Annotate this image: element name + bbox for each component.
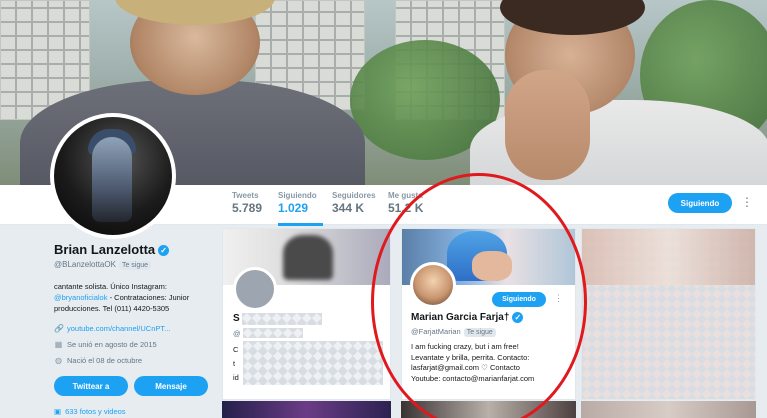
card-bio-partial: C xyxy=(233,345,239,354)
follows-you-badge: Te sigue xyxy=(463,328,496,337)
following-button[interactable]: Siguiendo xyxy=(668,193,732,213)
card-bio-partial: t xyxy=(233,359,236,368)
profile-name: Brian Lanzelotta ✓ xyxy=(54,242,170,257)
profile-handle-text: @BLanzelottaOK xyxy=(54,260,116,269)
pixelated-bio xyxy=(243,341,383,385)
card-bio-line: Youtube: contacto@marianfarjat.com xyxy=(411,373,535,383)
card-bio-partial: id xyxy=(233,373,239,382)
stat-tweets[interactable]: Tweets 5.789 xyxy=(232,191,262,215)
stat-followers[interactable]: Seguidores 344 K xyxy=(332,191,376,215)
stat-label: Siguiendo xyxy=(278,191,317,200)
featured-following-card[interactable]: Siguiendo ⋮ Marian Garcia Farja† ✓ @Farja… xyxy=(401,228,576,400)
card-bio-line: lasfarjat@gmail.com ♡ Contacto xyxy=(411,363,520,372)
birthday-text: Nació el 08 de octubre xyxy=(67,356,143,365)
profile-joined: ▦ Se unió en agosto de 2015 xyxy=(54,340,157,349)
banner-person-man-hand xyxy=(505,70,590,180)
pixelated-name xyxy=(242,313,322,325)
balloon-icon: ◍ xyxy=(55,356,62,365)
card-bio: I am fucking crazy, but i am free! Levan… xyxy=(411,342,571,384)
bio-line: cantante solista. Único Instagram: xyxy=(54,282,167,291)
card-more-options-icon[interactable]: ⋮ xyxy=(554,293,563,304)
stat-likes[interactable]: Me gusta 51,2 K xyxy=(388,191,423,215)
card-handle-partial: @ xyxy=(233,329,241,338)
card-name: Marian Garcia Farja† ✓ xyxy=(411,312,524,324)
stat-label: Me gusta xyxy=(388,191,423,200)
profile-avatar[interactable] xyxy=(50,113,176,239)
profile-birthday: ◍ Nació el 08 de octubre xyxy=(54,356,142,365)
pixelated-handle xyxy=(243,328,303,338)
photos-videos-text: 633 fotos y videos xyxy=(65,407,126,416)
stat-value: 1.029 xyxy=(278,201,309,215)
joined-text: Se unió en agosto de 2015 xyxy=(67,340,157,349)
card-cover-figure xyxy=(283,235,333,280)
card-handle: @FarjatMarian Te sigue xyxy=(411,327,496,337)
photos-videos-link[interactable]: ▣ 633 fotos y videos xyxy=(54,407,126,416)
following-card-pixelated[interactable] xyxy=(581,228,756,400)
card-avatar xyxy=(233,267,277,311)
profile-handle: @BLanzelottaOK Te sigue xyxy=(54,260,152,270)
card-bio-line: I am fucking crazy, but i am free! xyxy=(411,342,519,351)
following-card-thumbnail[interactable] xyxy=(581,401,756,418)
bio-instagram-link[interactable]: @bryanoficialok xyxy=(54,293,107,302)
stat-value: 51,2 K xyxy=(388,201,424,215)
stat-value: 344 K xyxy=(332,201,365,215)
avatar-photo xyxy=(54,117,172,235)
verified-badge-icon: ✓ xyxy=(512,312,524,323)
twitter-profile-page: Tweets 5.789 Siguiendo 1.029 Seguidores … xyxy=(0,0,767,418)
avatar-figure xyxy=(92,137,132,222)
stat-label: Tweets xyxy=(232,191,259,200)
profile-website: 🔗 youtube.com/channel/UCnPT... xyxy=(54,324,170,333)
following-card-thumbnail[interactable] xyxy=(222,401,391,418)
bio-line: producciones. Tel (011) 4420-5305 xyxy=(54,304,170,313)
following-card-thumbnail[interactable] xyxy=(401,401,576,418)
verified-badge-icon: ✓ xyxy=(158,245,170,257)
message-button[interactable]: Mensaje xyxy=(134,376,208,396)
card-cover-face xyxy=(472,251,512,281)
profile-bio: cantante solista. Único Instagram: @brya… xyxy=(54,281,204,314)
stat-value: 5.789 xyxy=(232,201,263,215)
pixelated-cover xyxy=(582,229,755,285)
stat-following[interactable]: Siguiendo 1.029 xyxy=(278,191,323,226)
stat-label: Seguidores xyxy=(332,191,376,200)
following-card[interactable]: S @ C t id xyxy=(222,228,391,400)
link-icon: 🔗 xyxy=(54,324,64,333)
bio-line: - Contrataciones: Junior xyxy=(107,293,190,302)
card-bio-line: Levantate y brilla, perrita. Contacto: xyxy=(411,352,530,362)
more-options-icon[interactable]: ⋮ xyxy=(741,195,753,209)
card-following-button[interactable]: Siguiendo xyxy=(492,292,546,307)
follows-you-badge: Te sigue xyxy=(118,261,152,270)
card-name-partial: S xyxy=(233,313,240,324)
marian-avatar[interactable] xyxy=(410,262,456,308)
card-handle-text: @FarjatMarian xyxy=(411,327,461,336)
tweet-to-button[interactable]: Twittear a xyxy=(54,376,128,396)
card-name-text: Marian Garcia Farja† xyxy=(411,312,510,324)
profile-name-text: Brian Lanzelotta xyxy=(54,242,156,257)
image-icon: ▣ xyxy=(54,407,62,416)
website-link[interactable]: youtube.com/channel/UCnPT... xyxy=(67,324,170,333)
calendar-icon: ▦ xyxy=(54,340,63,349)
